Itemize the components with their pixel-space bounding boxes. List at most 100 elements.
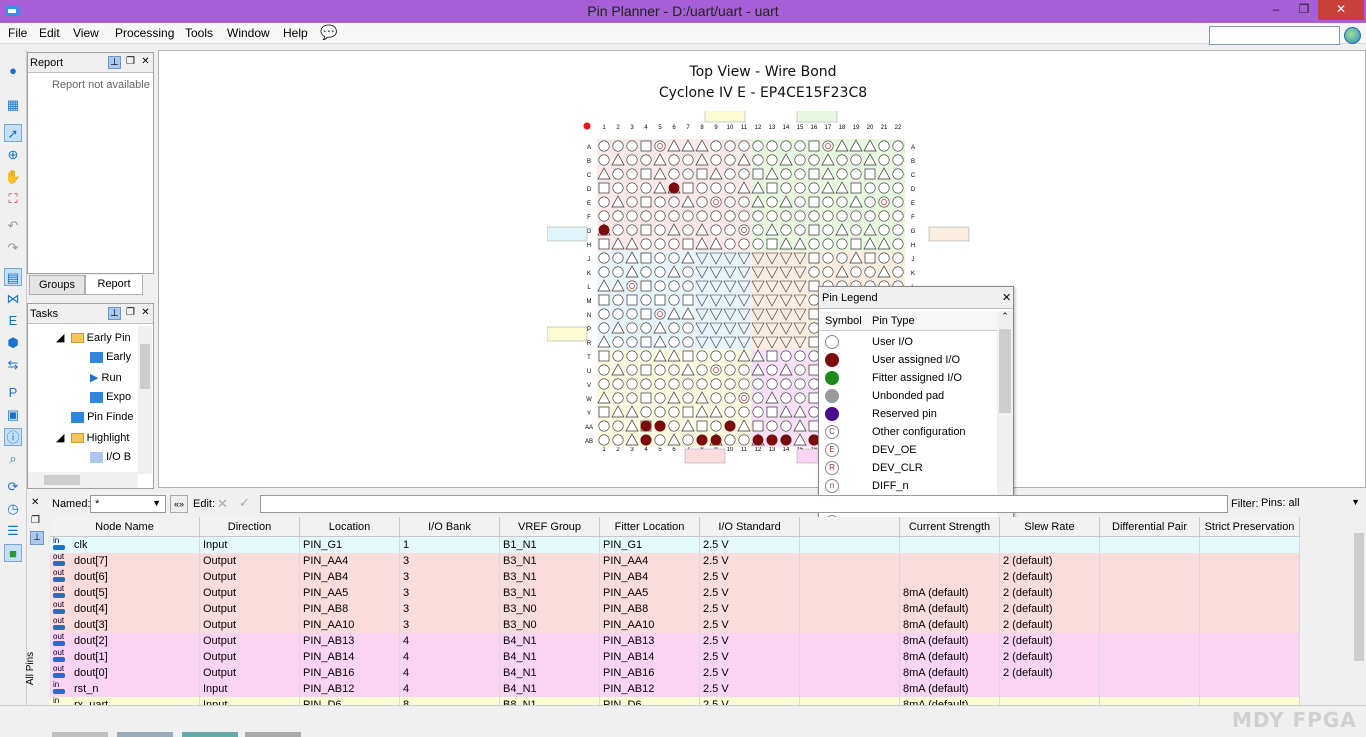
table-cell[interactable]: PIN_AA5 [300, 585, 400, 601]
pin[interactable] [850, 210, 862, 222]
pin[interactable] [850, 266, 862, 278]
table-cell[interactable]: Output [200, 569, 300, 585]
assigned-pin[interactable] [696, 434, 708, 446]
assigned-pin[interactable] [766, 434, 778, 446]
pin[interactable] [780, 182, 792, 194]
table-cell[interactable]: 2.5 V [700, 601, 800, 617]
pin-panel-icon[interactable]: ⊥ [30, 531, 44, 545]
assigned-pin[interactable] [598, 224, 610, 236]
pin[interactable] [626, 196, 638, 208]
clock-icon[interactable]: ◷ [4, 500, 22, 518]
io-icon[interactable]: ▣ [4, 406, 22, 424]
table-cell[interactable]: 2.5 V [700, 553, 800, 569]
pin[interactable] [766, 350, 778, 362]
table-cell[interactable]: 2 (default) [1000, 553, 1100, 569]
assigned-pin[interactable] [710, 434, 722, 446]
pin[interactable] [724, 210, 736, 222]
pin[interactable] [794, 168, 806, 180]
pin[interactable] [682, 392, 694, 404]
pin[interactable] [612, 252, 624, 264]
pin[interactable] [668, 196, 680, 208]
task-item[interactable]: ▶ Run [90, 371, 122, 384]
pin[interactable] [626, 140, 638, 152]
table-cell[interactable]: 8mA (default) [900, 681, 1000, 697]
pin[interactable] [836, 252, 848, 264]
table-cell[interactable] [900, 537, 1000, 553]
pin[interactable] [780, 392, 792, 404]
pin[interactable] [766, 196, 778, 208]
column-header[interactable]: I/O Bank [400, 517, 500, 537]
pin[interactable] [626, 336, 638, 348]
pin[interactable] [668, 252, 680, 264]
pin[interactable] [850, 168, 862, 180]
pin[interactable] [738, 392, 750, 404]
column-header[interactable]: Fitter Location [600, 517, 700, 537]
table-cell[interactable] [1100, 601, 1200, 617]
pin[interactable] [724, 434, 736, 446]
pin[interactable] [878, 224, 890, 236]
pin[interactable] [654, 210, 666, 222]
table-cell[interactable]: PIN_AB13 [300, 633, 400, 649]
table-cell[interactable]: 3 [400, 601, 500, 617]
pin[interactable] [724, 140, 736, 152]
pin[interactable] [640, 336, 652, 348]
pin[interactable] [864, 210, 876, 222]
pin[interactable] [626, 364, 638, 376]
table-cell[interactable] [800, 617, 900, 633]
pin[interactable] [780, 224, 792, 236]
pin[interactable] [752, 392, 764, 404]
pin[interactable] [808, 266, 820, 278]
pin[interactable] [710, 420, 722, 432]
table-row[interactable]: in rst_n Input PIN_AB12 4 B4_N1 PIN_AB12 2.5 V8… [50, 681, 1300, 697]
table-cell[interactable]: Output [200, 633, 300, 649]
table-cell[interactable] [800, 681, 900, 697]
pin[interactable] [598, 252, 610, 264]
pin[interactable] [598, 294, 610, 306]
pin[interactable] [794, 154, 806, 166]
pin[interactable] [738, 210, 750, 222]
pin[interactable] [640, 238, 652, 250]
table-cell[interactable] [1000, 537, 1100, 553]
close-icon[interactable]: ✕ [31, 497, 39, 508]
pin[interactable] [892, 154, 904, 166]
table-cell[interactable]: in clk [50, 537, 200, 553]
pin[interactable] [822, 210, 834, 222]
pin[interactable] [612, 168, 624, 180]
pin[interactable] [640, 266, 652, 278]
column-header[interactable]: Location [300, 517, 400, 537]
refresh-icon[interactable]: ⟳ [4, 478, 22, 496]
pin[interactable] [794, 350, 806, 362]
pin[interactable] [654, 224, 666, 236]
pin[interactable] [640, 406, 652, 418]
pin[interactable] [626, 182, 638, 194]
pin[interactable] [864, 196, 876, 208]
pin[interactable] [738, 168, 750, 180]
table-cell[interactable]: 3 [400, 569, 500, 585]
pin[interactable] [696, 210, 708, 222]
table-cell[interactable]: PIN_AB16 [600, 665, 700, 681]
pin[interactable] [626, 322, 638, 334]
pin[interactable] [864, 168, 876, 180]
table-cell[interactable]: out dout[7] [50, 553, 200, 569]
close-panel-icon[interactable]: ✕ [139, 307, 152, 320]
pin[interactable] [892, 238, 904, 250]
table-cell[interactable]: 2.5 V [700, 681, 800, 697]
pin[interactable] [794, 182, 806, 194]
pin[interactable] [598, 308, 610, 320]
pin[interactable] [752, 238, 764, 250]
pin[interactable] [598, 406, 610, 418]
table-cell[interactable]: B3_N0 [500, 601, 600, 617]
column-header[interactable] [800, 517, 900, 537]
pin[interactable] [668, 294, 680, 306]
info-icon[interactable]: ⓘ [4, 428, 22, 446]
pin[interactable] [640, 210, 652, 222]
pin[interactable] [780, 378, 792, 390]
table-cell[interactable] [900, 553, 1000, 569]
pin[interactable] [794, 378, 806, 390]
table-cell[interactable]: 8mA (default) [900, 601, 1000, 617]
pin[interactable] [878, 182, 890, 194]
table-cell[interactable]: 2 (default) [1000, 601, 1100, 617]
pin[interactable] [668, 168, 680, 180]
pin[interactable] [808, 196, 820, 208]
pin[interactable] [654, 252, 666, 264]
